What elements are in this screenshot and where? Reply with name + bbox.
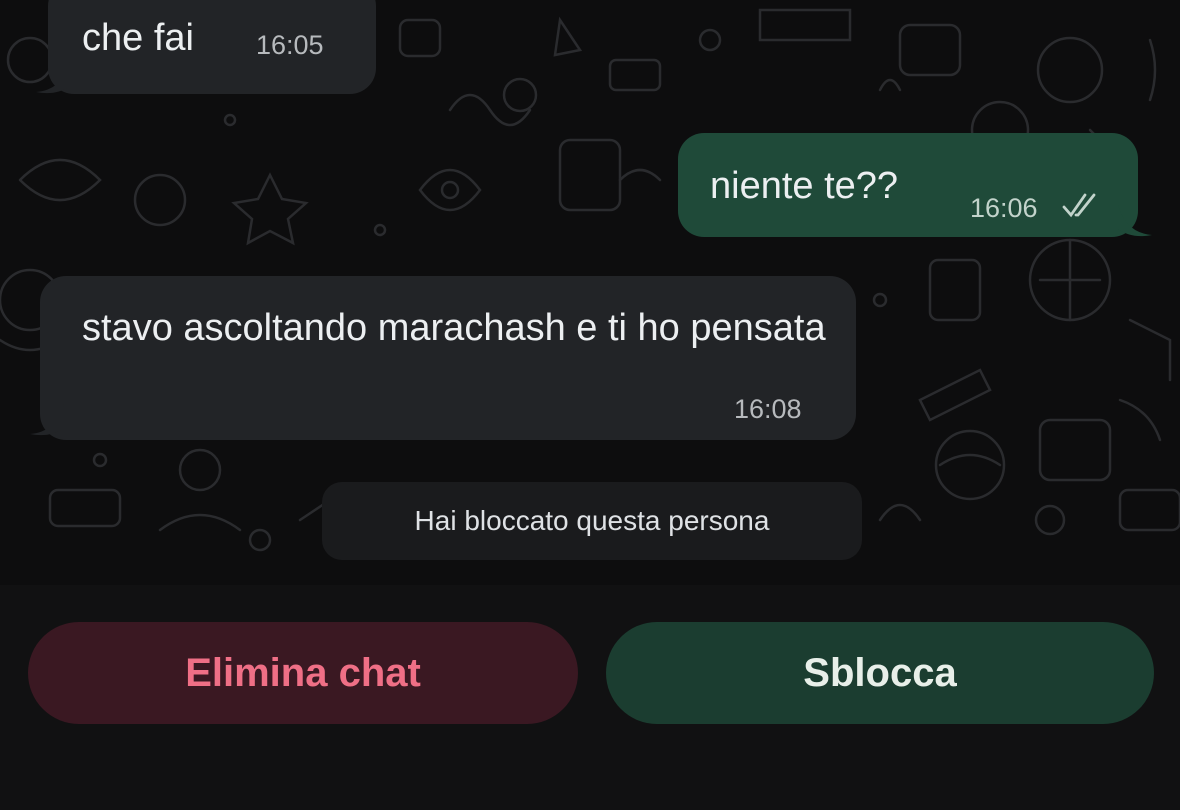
bubble-tail-incoming [30,404,64,436]
message-time: 16:05 [256,30,324,60]
message-time: 16:06 [970,193,1038,223]
message-text: stavo ascoltando marachash e ti ho pensa… [82,307,826,349]
message-text: niente te?? [710,165,899,207]
bubble-tail-incoming [36,62,70,94]
message-bubble-incoming[interactable]: stavo ascoltando marachash e ti ho pensa… [40,276,856,440]
message-time: 16:08 [734,394,802,424]
chat-message-area[interactable]: che fai 16:05 niente te?? 16:06 stavo as… [0,0,1180,585]
delete-chat-button[interactable]: Elimina chat [28,622,578,724]
double-check-icon [1062,193,1096,218]
bubble-tail-outgoing [1118,205,1152,237]
blocked-notice: Hai bloccato questa persona [322,482,862,560]
message-text: che fai [82,17,194,59]
message-bubble-incoming[interactable]: che fai 16:05 [48,0,376,94]
unblock-button[interactable]: Sblocca [606,622,1154,724]
chat-screen: che fai 16:05 niente te?? 16:06 stavo as… [0,0,1180,810]
message-bubble-outgoing[interactable]: niente te?? 16:06 [678,133,1138,237]
